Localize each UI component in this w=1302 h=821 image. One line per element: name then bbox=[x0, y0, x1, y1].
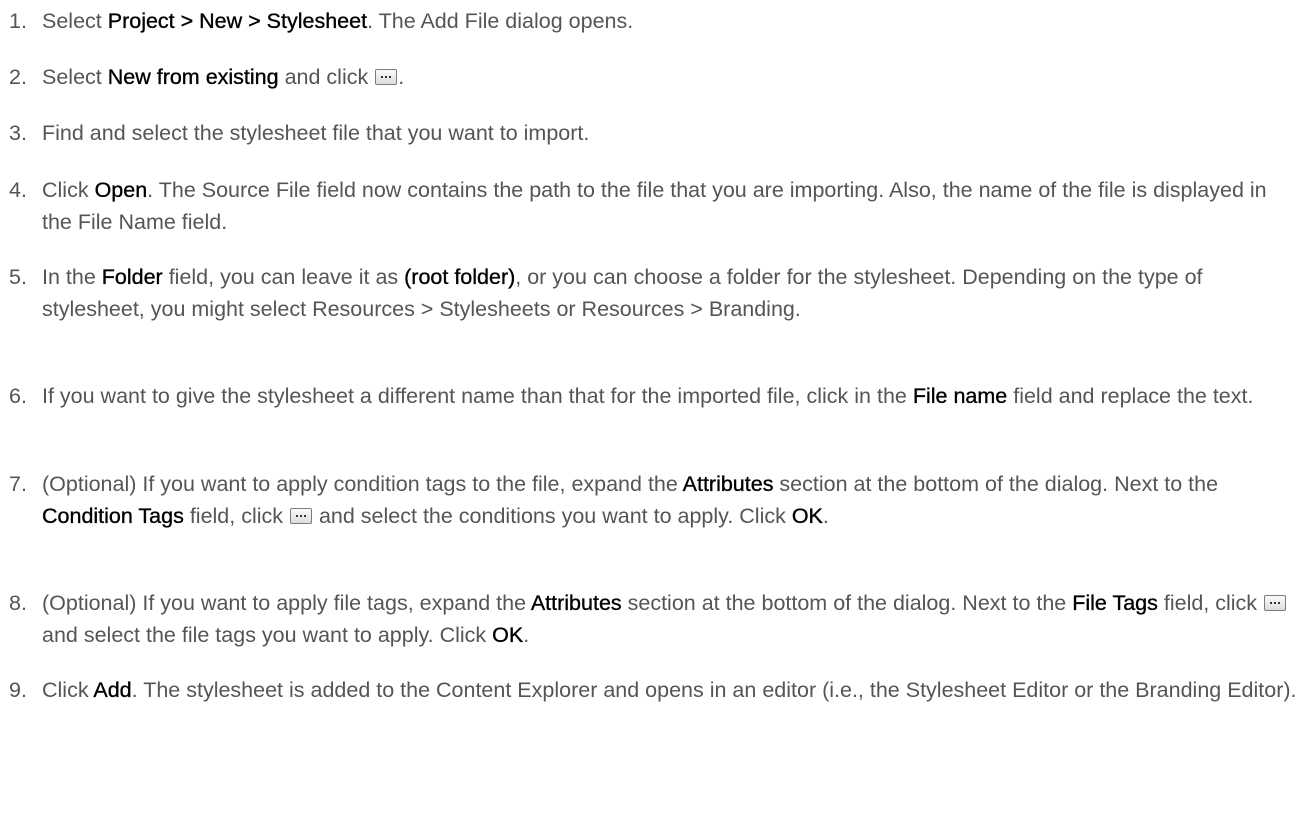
section-name: Attributes bbox=[530, 591, 622, 615]
step-8: 8. (Optional) If you want to apply file … bbox=[0, 587, 1302, 651]
button-name: OK bbox=[791, 504, 823, 528]
step-number: 1. bbox=[9, 9, 27, 33]
browse-ellipsis-icon bbox=[375, 69, 398, 85]
step-text: and select the conditions you want to ap… bbox=[312, 504, 792, 528]
step-text: field, click bbox=[183, 504, 289, 528]
browse-ellipsis-icon bbox=[289, 508, 312, 524]
step-text: . bbox=[398, 65, 405, 89]
step-text: Select bbox=[42, 9, 108, 33]
step-text: . The Add File dialog opens. bbox=[367, 9, 634, 33]
step-text: . The stylesheet is added to the Content… bbox=[131, 678, 1297, 702]
option-value: (root folder) bbox=[404, 265, 516, 289]
step-number: 7. bbox=[9, 472, 27, 496]
step-text: Click bbox=[42, 178, 95, 202]
step-text: (Optional) If you want to apply conditio… bbox=[42, 472, 683, 496]
step-text: (Optional) If you want to apply file tag… bbox=[42, 591, 531, 615]
step-text: . The Source File field now contains the… bbox=[42, 178, 1267, 234]
step-text: Select bbox=[42, 65, 108, 89]
step-2: 2. Select New from existing and click . bbox=[0, 61, 1302, 93]
field-name: File Tags bbox=[1072, 591, 1158, 615]
step-4: 4. Click Open. The Source File field now… bbox=[0, 174, 1302, 238]
step-number: 9. bbox=[9, 678, 27, 702]
step-text: Find and select the stylesheet file that… bbox=[42, 121, 590, 145]
step-9: 9. Click Add. The stylesheet is added to… bbox=[0, 674, 1302, 706]
step-number: 6. bbox=[9, 384, 27, 408]
menu-path: Project > New > Stylesheet bbox=[107, 9, 368, 33]
browse-ellipsis-icon bbox=[1264, 595, 1287, 611]
step-text: . bbox=[822, 504, 829, 528]
step-7: 7. (Optional) If you want to apply condi… bbox=[0, 468, 1302, 532]
field-name: File name bbox=[912, 384, 1008, 408]
step-5: 5. In the Folder field, you can leave it… bbox=[0, 261, 1302, 325]
step-number: 4. bbox=[9, 178, 27, 202]
step-number: 2. bbox=[9, 65, 27, 89]
button-name: OK bbox=[492, 623, 524, 647]
step-text: field, you can leave it as bbox=[162, 265, 405, 289]
step-number: 5. bbox=[9, 265, 27, 289]
step-1: 1. Select Project > New > Stylesheet. Th… bbox=[0, 5, 1302, 37]
step-text: field, click bbox=[1157, 591, 1264, 615]
step-number: 3. bbox=[9, 121, 27, 145]
step-3: 3. Find and select the stylesheet file t… bbox=[0, 117, 1302, 149]
step-text: Click bbox=[42, 678, 94, 702]
field-name: Condition Tags bbox=[42, 504, 184, 528]
step-text: . bbox=[523, 623, 530, 647]
step-text: field and replace the text. bbox=[1007, 384, 1254, 408]
option-label: New from existing bbox=[107, 65, 279, 89]
step-text: If you want to give the stylesheet a dif… bbox=[42, 384, 913, 408]
step-text: and click bbox=[278, 65, 375, 89]
step-text: section at the bottom of the dialog. Nex… bbox=[773, 472, 1219, 496]
step-text: section at the bottom of the dialog. Nex… bbox=[621, 591, 1073, 615]
step-6: 6. If you want to give the stylesheet a … bbox=[0, 380, 1302, 412]
button-name: Add bbox=[93, 678, 132, 702]
field-name: Folder bbox=[101, 265, 163, 289]
button-name: Open bbox=[94, 178, 148, 202]
step-text: and select the file tags you want to app… bbox=[42, 623, 493, 647]
step-text: In the bbox=[42, 265, 102, 289]
step-number: 8. bbox=[9, 591, 27, 615]
section-name: Attributes bbox=[682, 472, 774, 496]
